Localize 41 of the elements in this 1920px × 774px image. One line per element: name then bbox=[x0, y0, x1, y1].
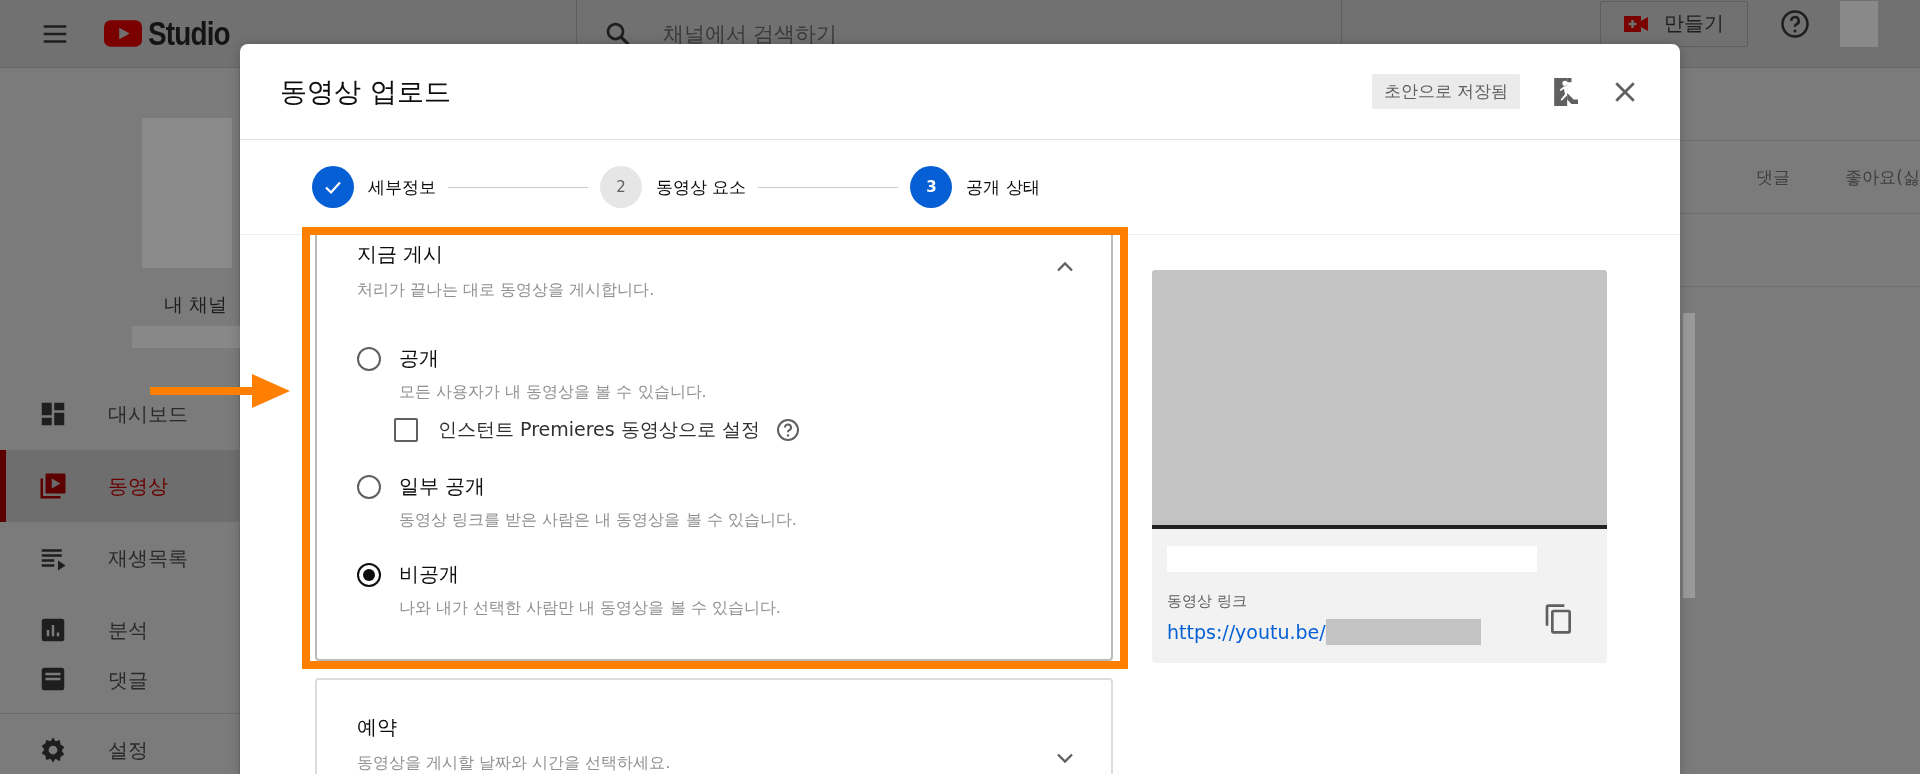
video-icon bbox=[38, 471, 68, 501]
sidebar-item[interactable]: 분석 bbox=[0, 594, 239, 666]
channel-label: 내 채널 bbox=[162, 292, 228, 317]
section-description: 동영상을 게시할 날짜와 시간을 선택하세요. bbox=[357, 753, 671, 774]
link-label: 동영상 링크 bbox=[1167, 592, 1248, 611]
checkbox[interactable] bbox=[394, 418, 418, 442]
step-label[interactable]: 공개 상태 bbox=[966, 175, 1040, 199]
column-header: 댓글 bbox=[1756, 165, 1791, 189]
sidebar-item[interactable]: 대시보드 bbox=[0, 378, 239, 450]
sidebar-item[interactable]: 재생목록 bbox=[0, 522, 239, 594]
studio-logo[interactable]: Studio bbox=[104, 14, 248, 53]
sidebar-item[interactable]: 댓글 bbox=[0, 666, 239, 694]
video-link[interactable]: https://youtu.be/ bbox=[1167, 621, 1326, 643]
create-button[interactable]: 만들기 bbox=[1599, 0, 1748, 47]
step-number[interactable]: 2 bbox=[600, 166, 642, 208]
logo-text: Studio bbox=[148, 14, 230, 53]
checkbox-label[interactable]: 인스턴트 Premieres 동영상으로 설정 bbox=[438, 417, 760, 443]
option-label[interactable]: 일부 공개 bbox=[399, 473, 797, 500]
option-description: 나와 내가 선택한 사람만 내 동영상을 볼 수 있습니다. bbox=[399, 598, 781, 619]
radio-button[interactable] bbox=[357, 475, 381, 499]
play-logo-icon bbox=[104, 20, 142, 47]
section-title: 예약 bbox=[357, 714, 398, 741]
radio-button[interactable] bbox=[357, 563, 381, 587]
radio-button[interactable] bbox=[357, 347, 381, 371]
running-person-exit-icon[interactable] bbox=[1552, 75, 1578, 108]
save-status: 초안으로 저장됨 bbox=[1371, 74, 1520, 109]
option-label[interactable]: 비공개 bbox=[399, 561, 781, 588]
checkmark-step-icon[interactable] bbox=[312, 166, 354, 208]
section-description: 처리가 끝나는 대로 동영상을 게시합니다. bbox=[357, 280, 655, 301]
option-description: 모든 사용자가 내 동영상을 볼 수 있습니다. bbox=[399, 382, 708, 403]
dialog-title: 동영상 업로드 bbox=[280, 74, 452, 109]
help-icon[interactable] bbox=[1779, 8, 1810, 39]
step-label[interactable]: 세부정보 bbox=[368, 175, 436, 199]
video-camera-icon bbox=[1623, 15, 1648, 32]
column-header: 좋아요(싫 bbox=[1845, 165, 1920, 189]
option-label[interactable]: 공개 bbox=[399, 345, 800, 372]
option-description: 동영상 링크를 받은 사람은 내 동영상을 볼 수 있습니다. bbox=[399, 510, 797, 531]
section-title: 지금 게시 bbox=[357, 241, 445, 268]
step-label[interactable]: 동영상 요소 bbox=[656, 175, 747, 199]
help-icon[interactable] bbox=[775, 418, 800, 442]
step-number[interactable]: 3 bbox=[910, 166, 953, 208]
